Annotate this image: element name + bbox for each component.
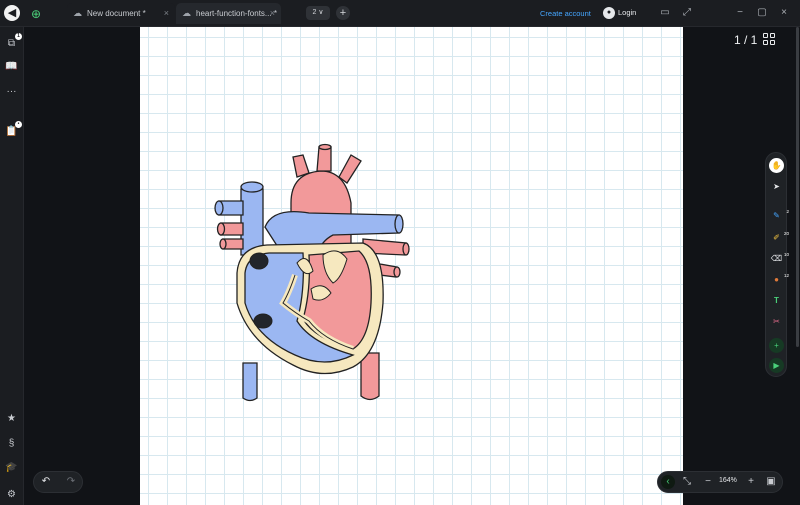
user-avatar-icon: ● <box>603 7 615 19</box>
app-logo-icon[interactable]: ◀ <box>4 5 20 21</box>
eraser-tool-badge: 10 <box>783 252 789 257</box>
left-pulmonary-vein-lower-opening <box>219 238 227 250</box>
gear-icon[interactable]: ⚙ <box>3 486 20 503</box>
highlighter-tool-badge: 20 <box>783 231 789 236</box>
add-tab-button[interactable]: + <box>336 6 350 20</box>
superior-vena-cava <box>240 188 264 256</box>
pen-tool-badge: 2 <box>786 209 789 214</box>
page-indicator: 1 / 1 <box>734 33 758 47</box>
eraser-tool-icon[interactable]: ⌫ 10 <box>769 251 789 266</box>
pages-badge: 1 <box>15 33 22 40</box>
aortic-branch-left <box>292 154 310 178</box>
top-bar: ◀ ⊕ ☁ New document * × ☁ heart-function-… <box>0 0 800 27</box>
aortic-branch-middle <box>316 146 332 172</box>
pen-tool-glyph: ✎ <box>773 211 780 220</box>
zoom-level[interactable]: 164% <box>719 477 737 484</box>
right-pulmonary-vein-lower-opening <box>393 266 401 278</box>
play-tool-icon[interactable]: ▶ <box>769 358 784 373</box>
laser-tool-badge: 12 <box>783 273 789 278</box>
left-pulmonary-vein-opening <box>216 222 226 236</box>
tool-palette: ✋ ➤ ✎ 2 ✐ 20 ⌫ 10 ● 12 T ✂ + ▶ <box>765 152 789 377</box>
inferior-vena-cava <box>242 362 258 402</box>
close-tab-icon[interactable]: × <box>164 3 169 24</box>
collapse-zoom-icon[interactable]: ‹ <box>661 475 675 489</box>
panel-icon[interactable]: ▣ <box>764 475 778 489</box>
left-vessel-opening <box>214 200 224 216</box>
select-tool-icon[interactable]: ➤ <box>769 179 784 194</box>
vena-cava-inlet <box>249 252 269 270</box>
aortic-branch-right <box>338 154 362 184</box>
zoom-controls: ‹ ⤡ − 164% + ▣ <box>657 471 783 493</box>
minimize-icon[interactable]: − <box>733 6 747 20</box>
tab-title: heart-function-fonts... * <box>196 9 277 18</box>
more-icon[interactable]: ··· <box>3 83 20 100</box>
vena-cava-opening <box>240 181 264 193</box>
pages-icon[interactable]: ⧉ 1 <box>3 33 22 52</box>
restore-icon[interactable]: ▢ <box>755 6 769 20</box>
aortic-branch-middle-opening <box>318 143 332 151</box>
vena-cava-inlet-lower <box>253 313 273 329</box>
undo-redo-group: ↶ ↷ <box>33 471 83 493</box>
book-icon[interactable]: 📖 <box>3 58 20 75</box>
new-document-icon[interactable]: ⊕ <box>29 7 43 21</box>
heart-illustration <box>214 143 410 402</box>
zoom-out-icon[interactable]: − <box>701 475 715 489</box>
vertical-scrollbar[interactable] <box>796 27 799 347</box>
window-layout-icon[interactable]: ▭ <box>658 6 672 20</box>
pulmonary-trunk-opening <box>394 214 404 234</box>
cloud-icon: ☁ <box>73 8 82 18</box>
zoom-in-icon[interactable]: + <box>744 475 758 489</box>
tab-heart-function[interactable]: ☁ heart-function-fonts... * × <box>176 3 281 24</box>
undo-icon[interactable]: ↶ <box>39 475 53 489</box>
signature-icon[interactable]: § <box>3 435 20 452</box>
highlighter-tool-icon[interactable]: ✐ 20 <box>769 230 789 245</box>
laser-tool-icon[interactable]: ● 12 <box>769 272 789 287</box>
login-button[interactable]: ● Login <box>603 5 636 21</box>
close-tab-icon[interactable]: × <box>270 3 275 24</box>
clipboard-badge: • <box>15 121 22 128</box>
create-account-link[interactable]: Create account <box>540 9 591 18</box>
laser-tool-glyph: ● <box>774 275 779 284</box>
left-rail: ⧉ 1 📖 ··· 📋 • ★ § 🎓 ⚙ <box>0 27 24 505</box>
highlighter-tool-glyph: ✐ <box>773 233 780 242</box>
pen-tool-icon[interactable]: ✎ 2 <box>769 208 789 223</box>
clipboard-icon[interactable]: 📋 • <box>3 121 22 140</box>
star-icon[interactable]: ★ <box>3 410 20 427</box>
eraser-tool-glyph: ⌫ <box>770 254 783 263</box>
cloud-icon: ☁ <box>182 8 191 18</box>
right-pulmonary-vein-opening <box>402 242 410 256</box>
hand-tool-icon[interactable]: ✋ <box>769 158 784 173</box>
login-label: Login <box>618 8 637 17</box>
page-count-dropdown[interactable]: 2 ∨ <box>306 6 330 20</box>
add-tool-icon[interactable]: + <box>769 338 784 353</box>
redo-icon[interactable]: ↷ <box>64 475 78 489</box>
tab-title: New document * <box>87 9 146 18</box>
fit-page-icon[interactable]: ⤡ <box>680 475 694 489</box>
grid-view-icon[interactable] <box>763 33 776 46</box>
text-tool-icon[interactable]: T <box>769 293 784 308</box>
descending-aorta <box>360 352 380 401</box>
close-window-icon[interactable]: × <box>777 6 791 20</box>
shape-tool-icon[interactable]: ✂ <box>769 314 784 329</box>
expand-icon[interactable]: ⤢ <box>680 6 694 20</box>
graduation-cap-icon[interactable]: 🎓 <box>3 459 20 476</box>
tab-new-document[interactable]: ☁ New document * × <box>67 3 175 24</box>
